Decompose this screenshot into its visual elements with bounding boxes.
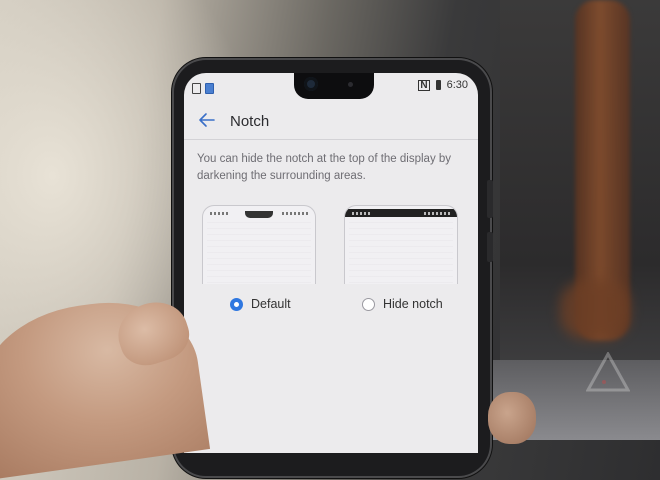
notification-icon: [192, 83, 201, 94]
status-bar-left: [192, 83, 214, 94]
front-camera: [304, 77, 318, 91]
radio-default[interactable]: [230, 297, 243, 311]
battery-icon: [435, 80, 441, 90]
background-wood-detail: [560, 280, 630, 340]
power-button: [487, 232, 493, 262]
page-title: Notch: [230, 113, 270, 130]
preview-status-icons: [282, 212, 308, 215]
hide-notch-preview[interactable]: [344, 205, 458, 284]
option-hide-notch[interactable]: Hide notch: [362, 297, 443, 311]
app-notification-icon: [205, 83, 214, 94]
proximity-sensor: [348, 82, 353, 87]
back-arrow-icon[interactable]: [198, 111, 216, 129]
preview-content: [349, 222, 453, 284]
preview-status-icons: [210, 212, 228, 215]
preview-status-icons: [424, 212, 450, 215]
phone-screen: N 6:30 Notch You can hide the notch at t…: [184, 73, 478, 453]
option-hide-notch-label: Hide notch: [383, 297, 443, 311]
preview-status-icons: [352, 212, 370, 215]
preview-notch: [245, 211, 273, 218]
notch-description: You can hide the notch at the top of the…: [197, 153, 452, 182]
volume-button: [487, 180, 493, 218]
radio-hide-notch[interactable]: [362, 297, 375, 311]
option-default-label: Default: [251, 297, 291, 311]
preview-content: [207, 222, 311, 284]
status-time: 6:30: [446, 79, 468, 91]
status-bar-right: N 6:30: [418, 79, 468, 91]
app-header: Notch: [184, 103, 478, 140]
default-preview[interactable]: [202, 205, 316, 284]
option-default[interactable]: Default: [230, 297, 291, 311]
preview-dark-bar: [345, 209, 457, 217]
watermark-logo-icon: [586, 352, 630, 392]
nfc-icon: N: [418, 79, 430, 91]
finger: [488, 392, 536, 444]
